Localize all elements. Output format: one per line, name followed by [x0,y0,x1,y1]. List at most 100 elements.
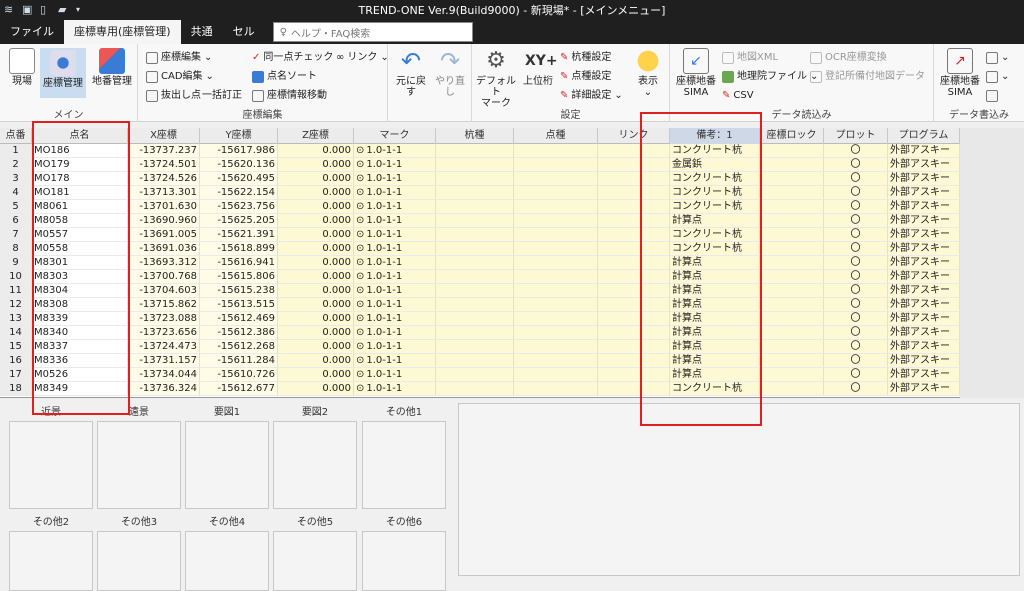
tab-cell[interactable]: セル [223,20,265,44]
cell-z-coord[interactable]: 0.000 [278,186,354,200]
cell-mark[interactable]: ⊙ 1.0-1-1 [354,340,436,354]
column-header-mark[interactable]: マーク [354,128,436,144]
batch-fix-button[interactable]: 一括訂正 [202,88,242,103]
thumbnail-slot[interactable] [362,531,446,591]
cell-pile-type[interactable] [436,214,514,228]
cell-point-type[interactable] [514,158,598,172]
column-header-z-coord[interactable]: Z座標 [278,128,354,144]
cell-pile-type[interactable] [436,186,514,200]
cell-note[interactable]: 計算点 [670,368,760,382]
cell-y-coord[interactable]: -15618.899 [200,242,278,256]
cell-point-type[interactable] [514,270,598,284]
cell-x-coord[interactable]: -13731.157 [128,354,200,368]
cell-coord-lock[interactable] [760,186,824,200]
cell-mark[interactable]: ⊙ 1.0-1-1 [354,298,436,312]
column-header-note[interactable]: 備考：1 [670,128,760,144]
cell-pile-type[interactable] [436,326,514,340]
cell-mark[interactable]: ⊙ 1.0-1-1 [354,172,436,186]
cell-y-coord[interactable]: -15612.268 [200,340,278,354]
cell-x-coord[interactable]: -13724.501 [128,158,200,172]
cell-point-type[interactable] [514,354,598,368]
cell-point-type[interactable] [514,228,598,242]
cell-link[interactable] [598,284,670,298]
column-header-y-coord[interactable]: Y座標 [200,128,278,144]
cell-plot[interactable]: 〇 [824,326,888,340]
cell-pile-type[interactable] [436,228,514,242]
cell-x-coord[interactable]: -13736.324 [128,382,200,396]
cell-link[interactable] [598,172,670,186]
cell-mark[interactable]: ⊙ 1.0-1-1 [354,284,436,298]
cell-plot[interactable]: 〇 [824,298,888,312]
cell-mark[interactable]: ⊙ 1.0-1-1 [354,242,436,256]
cell-point-no[interactable]: 9 [0,256,32,270]
cell-program[interactable]: 外部アスキー [888,368,960,382]
cell-coord-lock[interactable] [760,270,824,284]
write-option-2-button[interactable]: ⌄ [986,69,1009,84]
cell-program[interactable]: 外部アスキー [888,242,960,256]
cell-note[interactable]: 計算点 [670,354,760,368]
cell-program[interactable]: 外部アスキー [888,382,960,396]
cell-link[interactable] [598,298,670,312]
cell-program[interactable]: 外部アスキー [888,284,960,298]
cell-point-name[interactable]: M8337 [32,340,128,354]
cell-note[interactable]: 金属鋲 [670,158,760,172]
cell-link[interactable] [598,256,670,270]
cell-z-coord[interactable]: 0.000 [278,200,354,214]
cell-plot[interactable]: 〇 [824,158,888,172]
cell-point-type[interactable] [514,172,598,186]
thumbnail-slot[interactable] [185,421,269,509]
cell-point-name[interactable]: M0526 [32,368,128,382]
point-sort-button[interactable]: 点名ソート [252,69,317,84]
cell-mark[interactable]: ⊙ 1.0-1-1 [354,354,436,368]
cell-z-coord[interactable]: 0.000 [278,312,354,326]
cell-program[interactable]: 外部アスキー [888,228,960,242]
cell-point-no[interactable]: 15 [0,340,32,354]
cell-note[interactable]: コンクリート杭 [670,172,760,186]
column-header-link[interactable]: リンク [598,128,670,144]
cell-coord-lock[interactable] [760,382,824,396]
cell-note[interactable]: 計算点 [670,298,760,312]
cell-mark[interactable]: ⊙ 1.0-1-1 [354,368,436,382]
cad-edit-button[interactable]: CAD編集 ⌄ [146,69,214,84]
cell-note[interactable]: 計算点 [670,284,760,298]
cell-point-no[interactable]: 6 [0,214,32,228]
cell-plot[interactable]: 〇 [824,270,888,284]
cell-mark[interactable]: ⊙ 1.0-1-1 [354,144,436,158]
cell-z-coord[interactable]: 0.000 [278,270,354,284]
write-option-3-button[interactable] [986,88,998,103]
cell-pile-type[interactable] [436,242,514,256]
gsi-file-button[interactable]: 地理院ファイル ⌄ [722,69,818,84]
cell-pile-type[interactable] [436,256,514,270]
cell-note[interactable]: コンクリート杭 [670,186,760,200]
cell-note[interactable]: コンクリート杭 [670,200,760,214]
cell-pile-type[interactable] [436,298,514,312]
cell-point-type[interactable] [514,186,598,200]
link-button[interactable]: ∞ リンク ⌄ [336,50,389,65]
tab-coordinate[interactable]: 座標専用(座標管理) [64,20,181,44]
cell-link[interactable] [598,270,670,284]
cell-point-type[interactable] [514,214,598,228]
cell-pile-type[interactable] [436,354,514,368]
column-header-program[interactable]: プログラム [888,128,960,144]
thumbnail-slot[interactable] [185,531,269,591]
customize-toolbar-icon[interactable]: ▾ [76,4,88,16]
cell-z-coord[interactable]: 0.000 [278,214,354,228]
save-icon[interactable]: ▣ [22,4,34,16]
cell-z-coord[interactable]: 0.000 [278,382,354,396]
cell-z-coord[interactable]: 0.000 [278,144,354,158]
cell-pile-type[interactable] [436,172,514,186]
cell-y-coord[interactable]: -15612.386 [200,326,278,340]
cell-point-name[interactable]: M0558 [32,242,128,256]
coord-edit-button[interactable]: 座標編集 ⌄ [146,50,212,65]
cell-plot[interactable]: 〇 [824,214,888,228]
cell-z-coord[interactable]: 0.000 [278,284,354,298]
display-button[interactable]: 表示 ⌄ [630,48,666,98]
cell-y-coord[interactable]: -15612.677 [200,382,278,396]
cell-link[interactable] [598,382,670,396]
cell-y-coord[interactable]: -15613.515 [200,298,278,312]
cell-link[interactable] [598,158,670,172]
cell-point-no[interactable]: 14 [0,326,32,340]
cell-y-coord[interactable]: -15615.238 [200,284,278,298]
cell-z-coord[interactable]: 0.000 [278,326,354,340]
cell-plot[interactable]: 〇 [824,312,888,326]
